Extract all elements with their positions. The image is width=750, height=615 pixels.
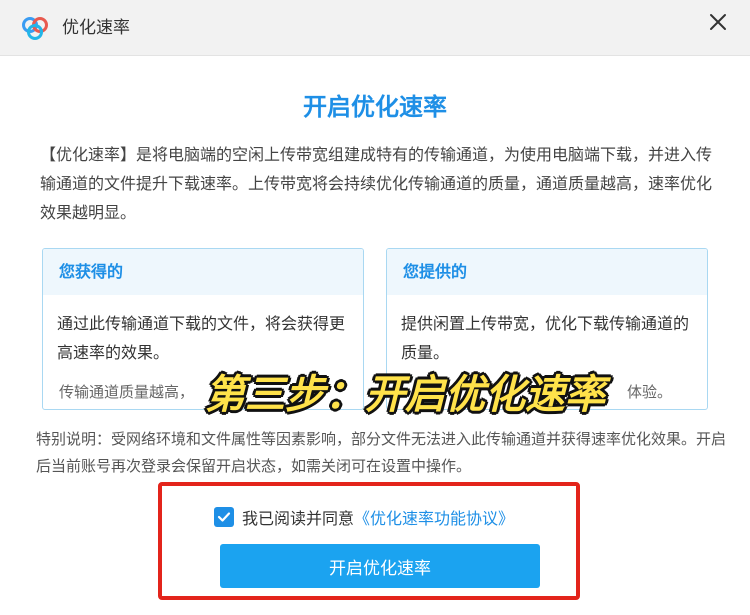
benefit-card-title: 您获得的 bbox=[43, 249, 363, 295]
checkmark-icon bbox=[217, 512, 231, 522]
agreement-text: 我已阅读并同意 bbox=[242, 509, 355, 528]
benefit-card-footer: 传输通道质量越高， bbox=[59, 383, 195, 401]
agreement-checkbox[interactable] bbox=[214, 507, 234, 527]
contribution-card-title: 您提供的 bbox=[387, 249, 707, 295]
contribution-card-body: 提供闲置上传带宽，优化下载传输通道的质量。 bbox=[401, 314, 690, 362]
cloud-logo-icon bbox=[22, 17, 48, 40]
step-caption-overlay: 第三步：开启优化速率 bbox=[205, 372, 605, 418]
close-icon bbox=[710, 14, 726, 30]
page-heading: 开启优化速率 bbox=[303, 93, 447, 121]
contribution-card-footer: 体验。 bbox=[627, 383, 673, 401]
window-title: 优化速率 bbox=[62, 18, 130, 38]
benefit-card-body: 通过此传输通道下载的文件，将会获得更高速率的效果。 bbox=[57, 314, 346, 362]
special-note: 特别说明：受网络环境和文件属性等因素影响，部分文件无法进入此传输通道并获得速率优… bbox=[36, 430, 727, 475]
agreement-row: 我已阅读并同意 《优化速率功能协议》 bbox=[214, 504, 514, 530]
enable-optimization-button[interactable]: 开启优化速率 bbox=[220, 544, 540, 588]
agreement-link[interactable]: 《优化速率功能协议》 bbox=[354, 505, 514, 529]
title-bar: 优化速率 bbox=[0, 0, 750, 56]
intro-text: 【优化速率】是将电脑端的空闲上传带宽组建成特有的传输通道，为使用电脑端下载，并进… bbox=[40, 145, 713, 222]
close-button[interactable] bbox=[704, 8, 732, 36]
